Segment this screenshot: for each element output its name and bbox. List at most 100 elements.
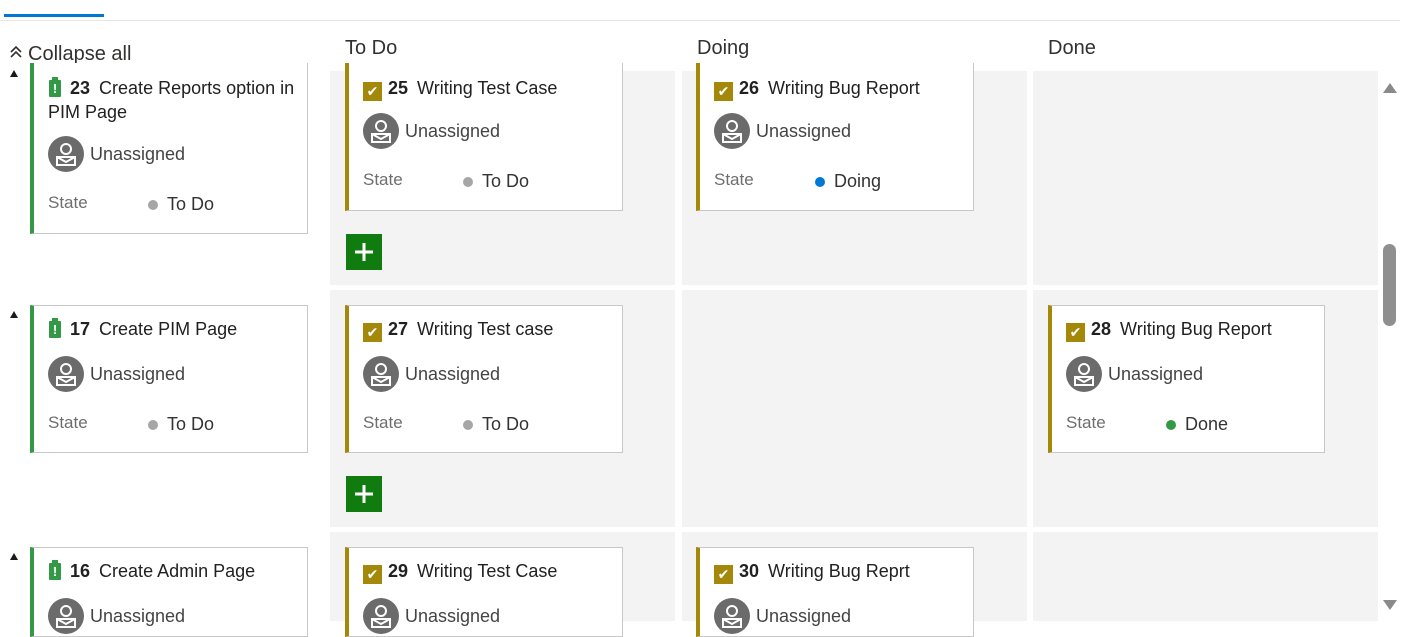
task-check-icon: ✔ <box>363 565 382 584</box>
task-card-29[interactable]: ✔ 29 Writing Test Case Unassigned <box>345 547 623 637</box>
assignee-name: Unassigned <box>405 363 501 384</box>
card-title: ✔ 30 Writing Bug Reprt <box>714 559 963 584</box>
state-value[interactable]: To Do <box>463 171 529 192</box>
parent-card-17[interactable]: 17 Create PIM Page Unassigned State To D… <box>30 305 308 453</box>
card-title-text[interactable]: Writing Bug Report <box>768 78 920 98</box>
state-label: State <box>363 170 403 189</box>
state-value[interactable]: Doing <box>815 171 881 192</box>
assignee-name: Unassigned <box>90 143 186 164</box>
state-dot-icon <box>815 176 825 187</box>
column-header-doing: Doing <box>697 37 750 59</box>
unassigned-avatar-icon <box>1066 356 1102 392</box>
state-dot-icon <box>463 176 473 187</box>
state-value[interactable]: Done <box>1166 414 1228 435</box>
card-title-text[interactable]: Writing Bug Reprt <box>768 561 910 581</box>
state-label: State <box>1066 413 1106 432</box>
assignee[interactable]: Unassigned <box>363 598 500 634</box>
card-id: 26 <box>739 78 760 98</box>
unassigned-avatar-icon <box>363 356 399 392</box>
card-title: 23 Create Reports option in PIM Page <box>48 76 297 124</box>
card-id: 16 <box>70 561 91 581</box>
card-id: 30 <box>739 561 760 581</box>
lane-3-collapse-caret[interactable] <box>10 553 18 560</box>
task-check-icon: ✔ <box>363 82 382 101</box>
card-title: ✔ 28 Writing Bug Report <box>1066 317 1314 342</box>
card-title-text[interactable]: Create PIM Page <box>99 319 237 339</box>
task-card-26[interactable]: ✔ 26 Writing Bug Report Unassigned State … <box>696 63 974 211</box>
parent-card-16[interactable]: 16 Create Admin Page Unassigned <box>30 547 308 637</box>
task-check-icon: ✔ <box>714 565 733 584</box>
unassigned-avatar-icon <box>48 136 84 172</box>
active-tab-indicator <box>4 14 104 17</box>
state-value[interactable]: To Do <box>148 414 214 435</box>
assignee[interactable]: Unassigned <box>363 356 500 392</box>
state-label: State <box>363 413 403 432</box>
state-dot-icon <box>1166 419 1176 430</box>
assignee[interactable]: Unassigned <box>48 598 185 634</box>
lane-1-done-cell <box>1033 71 1378 285</box>
column-header-todo: To Do <box>345 37 398 59</box>
unassigned-avatar-icon <box>48 598 84 634</box>
scroll-down-arrow-icon[interactable] <box>1383 600 1397 610</box>
card-title-text[interactable]: Writing Test Case <box>417 561 557 581</box>
unassigned-avatar-icon <box>714 113 750 149</box>
card-title: ✔ 29 Writing Test Case <box>363 559 612 584</box>
plus-icon <box>355 485 373 503</box>
state-value[interactable]: To Do <box>463 414 529 435</box>
card-title: ✔ 27 Writing Test case <box>363 317 612 342</box>
assignee-name: Unassigned <box>405 605 501 626</box>
task-card-27[interactable]: ✔ 27 Writing Test case Unassigned State T… <box>345 305 623 453</box>
assignee[interactable]: Unassigned <box>714 113 851 149</box>
assignee-name: Unassigned <box>90 363 186 384</box>
lane-2-doing-cell <box>682 290 1027 527</box>
vertical-scrollbar-thumb[interactable] <box>1383 244 1396 326</box>
add-task-button[interactable] <box>346 476 382 512</box>
card-title: ✔ 26 Writing Bug Report <box>714 76 963 101</box>
card-title-text[interactable]: Create Admin Page <box>99 561 255 581</box>
assignee[interactable]: Unassigned <box>363 113 500 149</box>
state-label: State <box>48 193 88 212</box>
state-label: State <box>714 170 754 189</box>
product-backlog-item-icon <box>48 560 62 580</box>
lane-2-collapse-caret[interactable] <box>10 311 18 318</box>
task-check-icon: ✔ <box>714 82 733 101</box>
assignee[interactable]: Unassigned <box>48 356 185 392</box>
unassigned-avatar-icon <box>363 598 399 634</box>
card-id: 27 <box>388 319 409 339</box>
add-task-button[interactable] <box>346 234 382 270</box>
assignee-name: Unassigned <box>756 605 852 626</box>
task-check-icon: ✔ <box>1066 323 1085 342</box>
unassigned-avatar-icon <box>714 598 750 634</box>
plus-icon <box>355 243 373 261</box>
scroll-up-arrow-icon[interactable] <box>1383 83 1397 93</box>
state-label: State <box>48 413 88 432</box>
card-title-text[interactable]: Writing Test Case <box>417 78 557 98</box>
assignee-name: Unassigned <box>405 120 501 141</box>
card-id: 29 <box>388 561 409 581</box>
card-title-text[interactable]: Writing Bug Report <box>1120 319 1272 339</box>
task-card-28[interactable]: ✔ 28 Writing Bug Report Unassigned State … <box>1048 305 1325 453</box>
unassigned-avatar-icon <box>363 113 399 149</box>
lane-1-collapse-caret[interactable] <box>10 70 18 77</box>
assignee[interactable]: Unassigned <box>1066 356 1203 392</box>
task-card-25[interactable]: ✔ 25 Writing Test Case Unassigned State T… <box>345 63 623 211</box>
assignee-name: Unassigned <box>756 120 852 141</box>
card-id: 25 <box>388 78 409 98</box>
state-dot-icon <box>148 419 158 430</box>
card-title: 16 Create Admin Page <box>48 559 297 583</box>
task-card-30[interactable]: ✔ 30 Writing Bug Reprt Unassigned <box>696 547 974 637</box>
assignee[interactable]: Unassigned <box>714 598 851 634</box>
tab-bar <box>0 0 1400 21</box>
product-backlog-item-icon <box>48 318 62 338</box>
assignee-name: Unassigned <box>1108 363 1204 384</box>
assignee[interactable]: Unassigned <box>48 136 185 172</box>
state-value[interactable]: To Do <box>148 194 214 215</box>
card-title-text[interactable]: Writing Test case <box>417 319 553 339</box>
card-id: 28 <box>1091 319 1112 339</box>
task-check-icon: ✔ <box>363 323 382 342</box>
product-backlog-item-icon <box>48 77 62 97</box>
parent-card-23[interactable]: 23 Create Reports option in PIM Page Una… <box>30 63 308 234</box>
assignee-name: Unassigned <box>90 605 186 626</box>
lane-3-done-cell <box>1033 532 1378 621</box>
column-header-done: Done <box>1048 37 1096 59</box>
